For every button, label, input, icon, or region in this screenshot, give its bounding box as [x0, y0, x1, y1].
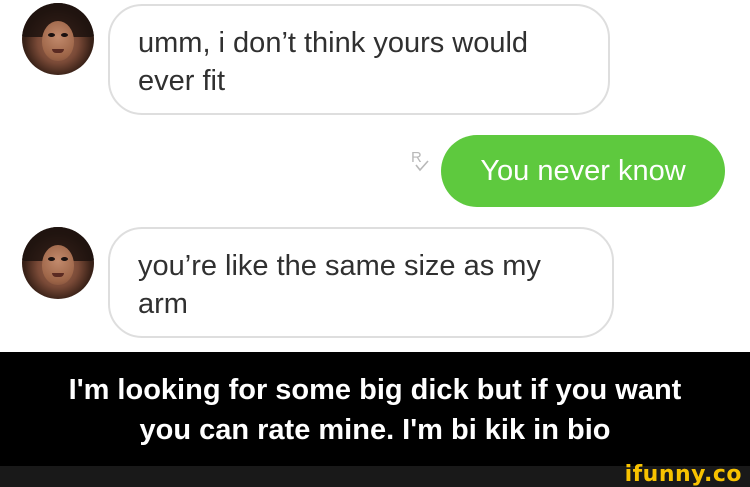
avatar-eye — [61, 257, 68, 261]
chat-thread: umm, i don’t think yours would ever fit … — [0, 0, 750, 352]
caption-banner: I'm looking for some big dick but if you… — [0, 352, 750, 466]
avatar-eye — [48, 33, 55, 37]
incoming-message-bubble[interactable]: umm, i don’t think yours would ever fit — [108, 4, 610, 115]
watermark-logo: ifunny.co — [624, 462, 742, 487]
contact-avatar[interactable] — [22, 3, 94, 75]
avatar-eye — [48, 257, 55, 261]
caption-line: you can rate mine. I'm bi kik in bio — [139, 414, 611, 446]
read-receipt-icon: R — [409, 150, 431, 176]
avatar-eye — [61, 33, 68, 37]
caption-line: I'm looking for some big dick but if you… — [68, 374, 682, 406]
contact-avatar[interactable] — [22, 227, 94, 299]
outgoing-message-bubble[interactable]: You never know — [441, 135, 725, 207]
incoming-message-bubble[interactable]: you’re like the same size as my arm — [108, 227, 614, 338]
avatar-face — [42, 245, 74, 285]
message-text: you’re like the same size as my arm — [138, 250, 541, 320]
message-text: umm, i don’t think yours would ever fit — [138, 27, 529, 97]
message-text: You never know — [480, 155, 686, 187]
avatar-face — [42, 21, 74, 61]
